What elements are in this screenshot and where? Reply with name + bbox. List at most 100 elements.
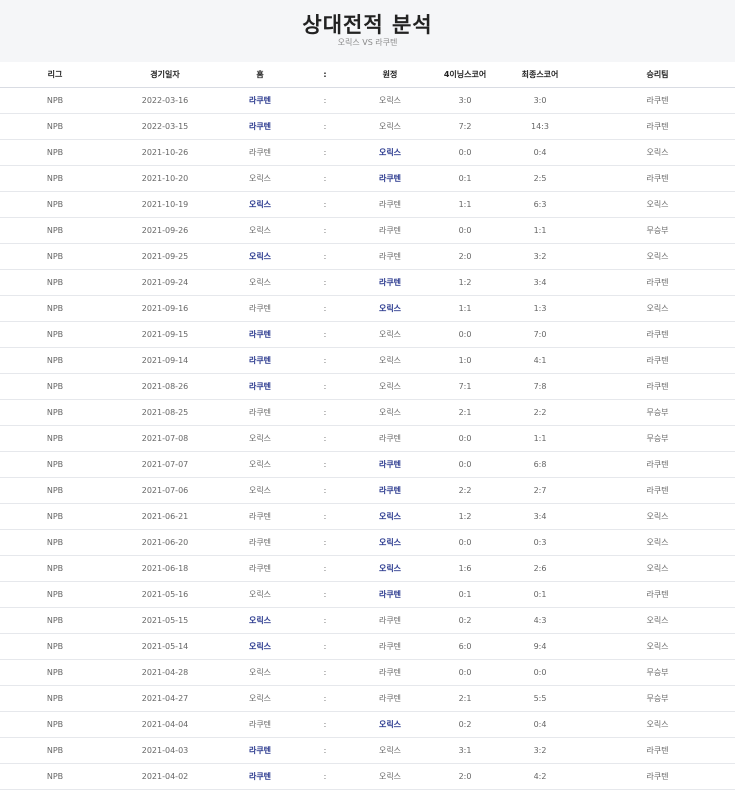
cell-winner: 오릭스 [580, 243, 735, 270]
cell-home-team: 오릭스 [220, 685, 300, 712]
table-body: NPB 2022-03-16 라쿠텐: 오릭스 3:0 3:0 라쿠텐 NPB 2022-03-… [0, 87, 735, 790]
table-row[interactable]: NPB 2021-05-15 오릭스: 라쿠텐 0:2 4:3 오릭스 [0, 607, 735, 634]
column-header-home[interactable]: 홈 [220, 62, 300, 88]
cell-winner: 오릭스 [580, 503, 735, 530]
table-row[interactable]: NPB 2021-09-24 오릭스: 라쿠텐 1:2 3:4 라쿠텐 [0, 269, 735, 296]
table-row[interactable]: NPB 2021-10-20 오릭스: 라쿠텐 0:1 2:5 라쿠텐 [0, 165, 735, 192]
cell-away-team: 라쿠텐 [350, 451, 430, 478]
cell-home-team: 라쿠텐 [220, 321, 300, 348]
table-row[interactable]: NPB 2021-09-14 라쿠텐: 오릭스 1:0 4:1 라쿠텐 [0, 347, 735, 374]
table-row[interactable]: NPB 2021-06-20 라쿠텐: 오릭스 0:0 0:3 오릭스 [0, 529, 735, 556]
table-row[interactable]: NPB 2021-09-25 오릭스: 라쿠텐 2:0 3:2 오릭스 [0, 243, 735, 270]
cell-separator: : [300, 243, 350, 270]
cell-league: NPB [0, 399, 110, 426]
cell-4-inning-score: 1:1 [430, 191, 500, 218]
column-header-league[interactable]: 리그 [0, 62, 110, 88]
table-row[interactable]: NPB 2021-05-14 오릭스: 라쿠텐 6:0 9:4 오릭스 [0, 633, 735, 660]
cell-away-team: 오릭스 [350, 737, 430, 764]
table-row[interactable]: NPB 2021-04-28 오릭스: 라쿠텐 0:0 0:0 무승부 [0, 659, 735, 686]
cell-final-score: 6:8 [500, 451, 580, 478]
cell-date: 2021-07-08 [110, 425, 220, 452]
cell-winner: 무승부 [580, 399, 735, 426]
cell-winner: 라쿠텐 [580, 373, 735, 400]
cell-date: 2021-09-24 [110, 269, 220, 296]
cell-final-score: 0:4 [500, 711, 580, 738]
cell-away-team: 오릭스 [350, 555, 430, 582]
column-header-final-score[interactable]: 최종스코어 [500, 62, 580, 88]
cell-home-team: 오릭스 [220, 451, 300, 478]
cell-date: 2021-05-16 [110, 581, 220, 608]
table-row[interactable]: NPB 2021-04-02 라쿠텐: 오릭스 2:0 4:2 라쿠텐 [0, 763, 735, 790]
cell-home-team: 라쿠텐 [220, 555, 300, 582]
cell-home-team: 오릭스 [220, 659, 300, 686]
cell-4-inning-score: 3:0 [430, 87, 500, 114]
table-row[interactable]: NPB 2022-03-15 라쿠텐: 오릭스 7:2 14:3 라쿠텐 [0, 113, 735, 140]
cell-separator: : [300, 191, 350, 218]
cell-final-score: 9:4 [500, 633, 580, 660]
table-row[interactable]: NPB 2022-03-16 라쿠텐: 오릭스 3:0 3:0 라쿠텐 [0, 87, 735, 114]
cell-home-team: 라쿠텐 [220, 763, 300, 790]
cell-winner: 오릭스 [580, 633, 735, 660]
cell-away-team: 라쿠텐 [350, 477, 430, 504]
cell-league: NPB [0, 347, 110, 374]
table-row[interactable]: NPB 2021-10-26 라쿠텐: 오릭스 0:0 0:4 오릭스 [0, 139, 735, 166]
cell-separator: : [300, 295, 350, 322]
cell-league: NPB [0, 87, 110, 114]
cell-winner: 오릭스 [580, 191, 735, 218]
cell-winner: 라쿠텐 [580, 451, 735, 478]
cell-final-score: 2:2 [500, 399, 580, 426]
cell-4-inning-score: 2:2 [430, 477, 500, 504]
cell-home-team: 라쿠텐 [220, 139, 300, 166]
cell-home-team: 라쿠텐 [220, 347, 300, 374]
table-row[interactable]: NPB 2021-09-15 라쿠텐: 오릭스 0:0 7:0 라쿠텐 [0, 321, 735, 348]
table-row[interactable]: NPB 2021-05-16 오릭스: 라쿠텐 0:1 0:1 라쿠텐 [0, 581, 735, 608]
table-row[interactable]: NPB 2021-07-07 오릭스: 라쿠텐 0:0 6:8 라쿠텐 [0, 451, 735, 478]
table-row[interactable]: NPB 2021-10-19 오릭스: 라쿠텐 1:1 6:3 오릭스 [0, 191, 735, 218]
cell-final-score: 2:7 [500, 477, 580, 504]
cell-league: NPB [0, 529, 110, 556]
page-subtitle: 오릭스 VS 라쿠텐 [337, 38, 398, 47]
cell-winner: 라쿠텐 [580, 347, 735, 374]
cell-league: NPB [0, 633, 110, 660]
cell-final-score: 7:8 [500, 373, 580, 400]
cell-away-team: 라쿠텐 [350, 425, 430, 452]
table-row[interactable]: NPB 2021-09-16 라쿠텐: 오릭스 1:1 1:3 오릭스 [0, 295, 735, 322]
cell-away-team: 오릭스 [350, 321, 430, 348]
table-row[interactable]: NPB 2021-09-26 오릭스: 라쿠텐 0:0 1:1 무승부 [0, 217, 735, 244]
cell-winner: 오릭스 [580, 529, 735, 556]
cell-4-inning-score: 6:0 [430, 633, 500, 660]
cell-away-team: 오릭스 [350, 113, 430, 140]
table-row[interactable]: NPB 2021-04-04 라쿠텐: 오릭스 0:2 0:4 오릭스 [0, 711, 735, 738]
table-row[interactable]: NPB 2021-06-18 라쿠텐: 오릭스 1:6 2:6 오릭스 [0, 555, 735, 582]
cell-date: 2021-04-28 [110, 659, 220, 686]
cell-league: NPB [0, 295, 110, 322]
cell-winner: 무승부 [580, 659, 735, 686]
cell-separator: : [300, 659, 350, 686]
column-header-date[interactable]: 경기일자 [110, 62, 220, 88]
cell-separator: : [300, 503, 350, 530]
table-row[interactable]: NPB 2021-04-03 라쿠텐: 오릭스 3:1 3:2 라쿠텐 [0, 737, 735, 764]
cell-separator: : [300, 555, 350, 582]
cell-separator: : [300, 269, 350, 296]
table-row[interactable]: NPB 2021-06-21 라쿠텐: 오릭스 1:2 3:4 오릭스 [0, 503, 735, 530]
cell-winner: 라쿠텐 [580, 165, 735, 192]
column-header-4-inning-score[interactable]: 4이닝스코어 [430, 62, 500, 88]
table-row[interactable]: NPB 2021-07-08 오릭스: 라쿠텐 0:0 1:1 무승부 [0, 425, 735, 452]
cell-away-team: 오릭스 [350, 529, 430, 556]
cell-final-score: 0:3 [500, 529, 580, 556]
cell-separator: : [300, 113, 350, 140]
column-header-away[interactable]: 원정 [350, 62, 430, 88]
cell-final-score: 1:3 [500, 295, 580, 322]
cell-home-team: 오릭스 [220, 191, 300, 218]
column-header-winner[interactable]: 승리팀 [580, 62, 735, 88]
cell-separator: : [300, 581, 350, 608]
cell-4-inning-score: 2:1 [430, 685, 500, 712]
cell-league: NPB [0, 113, 110, 140]
table-row[interactable]: NPB 2021-04-27 오릭스: 라쿠텐 2:1 5:5 무승부 [0, 685, 735, 712]
cell-date: 2021-04-02 [110, 763, 220, 790]
cell-home-team: 라쿠텐 [220, 113, 300, 140]
table-row[interactable]: NPB 2021-08-25 라쿠텐: 오릭스 2:1 2:2 무승부 [0, 399, 735, 426]
table-row[interactable]: NPB 2021-07-06 오릭스: 라쿠텐 2:2 2:7 라쿠텐 [0, 477, 735, 504]
table-row[interactable]: NPB 2021-08-26 라쿠텐: 오릭스 7:1 7:8 라쿠텐 [0, 373, 735, 400]
cell-home-team: 라쿠텐 [220, 711, 300, 738]
